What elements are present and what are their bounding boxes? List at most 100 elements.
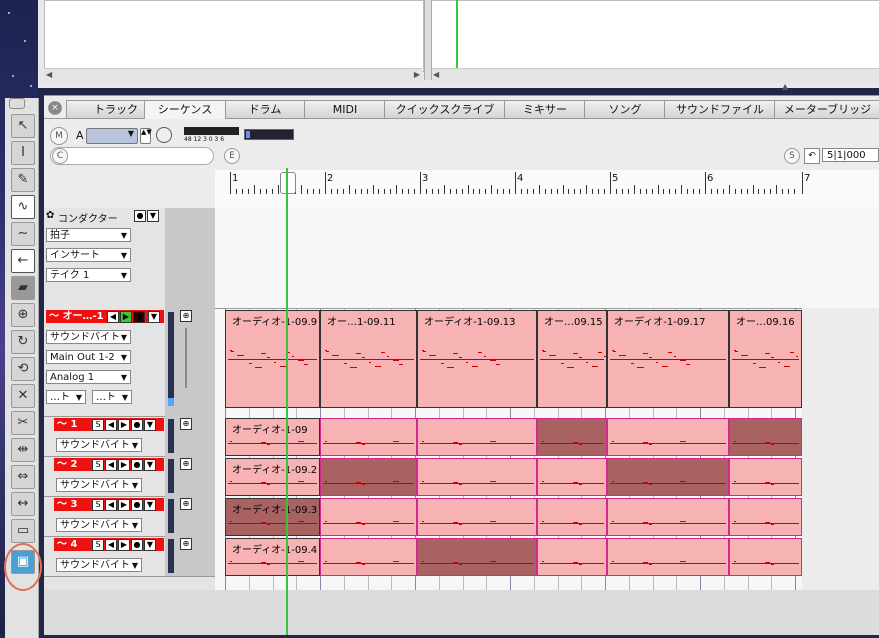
splitter-handle[interactable]: ▲ <box>782 82 788 91</box>
track-button[interactable]: ● <box>131 499 143 511</box>
zoom-small-icon[interactable]: ⊕ <box>180 498 192 510</box>
sub-region[interactable] <box>537 418 607 456</box>
conductor-dd-1[interactable]: インサート ▼ <box>46 248 131 262</box>
track-button[interactable]: ▼ <box>144 499 156 511</box>
sub-region[interactable] <box>417 418 537 456</box>
ibeam-icon[interactable]: I <box>11 141 35 165</box>
main-small-dd-1[interactable]: …ト ▼ <box>92 390 132 404</box>
main-small-dd-0[interactable]: …ト ▼ <box>46 390 86 404</box>
zoom-small-icon[interactable]: ⊕ <box>180 538 192 550</box>
record-icon[interactable]: ● <box>133 311 145 323</box>
tab-midi[interactable]: MIDI <box>304 100 386 118</box>
curve-icon[interactable]: ∿ <box>11 195 35 219</box>
main-fader[interactable] <box>185 328 187 388</box>
sub-region[interactable] <box>320 458 417 496</box>
tab-drum[interactable]: ドラム <box>224 100 306 118</box>
track-button[interactable]: ● <box>131 419 143 431</box>
conductor-dd-2[interactable]: テイク 1 ▼ <box>46 268 131 282</box>
split-icon[interactable]: ⇔ <box>11 465 35 489</box>
track-button[interactable]: ▼ <box>144 419 156 431</box>
track-button[interactable]: ◀ <box>105 539 117 551</box>
scissors-icon[interactable]: ✂ <box>11 411 35 435</box>
main-dd-2[interactable]: Analog 1 ▼ <box>46 370 131 384</box>
playhead-handle[interactable] <box>280 172 296 194</box>
sub-region[interactable] <box>729 418 802 456</box>
sub-region[interactable] <box>320 498 417 536</box>
track-button[interactable]: ◀ <box>105 419 117 431</box>
sub-region[interactable] <box>417 458 537 496</box>
a-select[interactable]: ▼ <box>86 128 138 144</box>
e-button[interactable]: E <box>224 148 240 164</box>
audio-region[interactable]: オー…09.16 <box>729 310 802 408</box>
sub-region[interactable] <box>537 458 607 496</box>
zoom-small-icon[interactable]: ⊕ <box>180 418 192 430</box>
track-button[interactable]: ▶ <box>118 459 130 471</box>
tab-quickscribe[interactable]: クイックスクライブ <box>384 100 506 118</box>
track-button[interactable]: ▼ <box>144 539 156 551</box>
sub-track-dropdown[interactable]: サウンドバイト ▼ <box>56 518 142 532</box>
play-icon[interactable]: ▶ <box>120 311 132 323</box>
s-button[interactable]: S <box>784 148 800 164</box>
stretch-icon[interactable]: ⇹ <box>11 438 35 462</box>
toolbox-close[interactable] <box>9 98 25 109</box>
audio-region[interactable]: オー…09.15 <box>537 310 607 408</box>
upper-right-scrollbar[interactable]: ◀ <box>431 68 879 83</box>
sub-region[interactable]: オーディオ-1-09.2 <box>225 458 320 496</box>
sub-region[interactable] <box>537 538 607 576</box>
sub-region[interactable] <box>729 498 802 536</box>
sub-region[interactable]: オーディオ-1-09.3 <box>225 498 320 536</box>
audio-region[interactable]: オー…1-09.11 <box>320 310 417 408</box>
track-button[interactable]: ◀ <box>105 459 117 471</box>
tab-sequence[interactable]: シーケンス <box>144 100 226 119</box>
track-button[interactable]: ● <box>131 539 143 551</box>
zoom-small-icon[interactable]: ⊕ <box>180 458 192 470</box>
track-button[interactable]: S <box>92 539 104 551</box>
zoom-icon[interactable]: ⊕ <box>11 303 35 327</box>
loop-icon[interactable]: ↻ <box>11 330 35 354</box>
speaker-icon[interactable]: ◀ <box>107 311 119 323</box>
arrow-left-icon[interactable]: ← <box>11 249 35 273</box>
undo-icon[interactable]: ↶ <box>804 148 820 164</box>
sub-region[interactable] <box>537 498 607 536</box>
menu-icon[interactable]: ▼ <box>148 311 160 323</box>
sub-region[interactable] <box>607 458 729 496</box>
position-field[interactable]: 5|1|000 <box>822 148 879 162</box>
close-icon[interactable]: × <box>48 101 62 115</box>
conductor-record-button[interactable]: ● <box>134 210 146 222</box>
track-button[interactable]: ● <box>131 459 143 471</box>
sub-region[interactable]: オーディオ-1-09.4 <box>225 538 320 576</box>
conductor-dd-0[interactable]: 拍子 ▼ <box>46 228 131 242</box>
audio-region[interactable]: オーディオ-1-09.13 <box>417 310 537 408</box>
sub-region[interactable]: オーディオ-1-09 <box>225 418 320 456</box>
sub-track-dropdown[interactable]: サウンドバイト ▼ <box>56 478 142 492</box>
sub-region[interactable] <box>320 538 417 576</box>
track-button[interactable]: ▼ <box>144 459 156 471</box>
zoom-small-icon[interactable]: ⊕ <box>180 310 192 322</box>
x-icon[interactable]: ✕ <box>11 384 35 408</box>
sub-region[interactable] <box>729 458 802 496</box>
pointer-icon[interactable]: ↖ <box>11 114 35 138</box>
track-button[interactable]: ▶ <box>118 539 130 551</box>
knob-icon[interactable] <box>156 127 172 143</box>
track-button[interactable]: S <box>92 419 104 431</box>
pencil-icon[interactable]: ✎ <box>11 168 35 192</box>
upper-left-scrollbar[interactable]: ◀ ▶ <box>44 68 422 83</box>
track-button[interactable]: ▶ <box>118 419 130 431</box>
c-button[interactable]: C <box>52 148 68 164</box>
a-stepper[interactable]: ▲▼ <box>140 128 152 144</box>
comment-field[interactable]: C <box>50 147 214 165</box>
tab-soundfile[interactable]: サウンドファイル <box>664 100 776 118</box>
eraser-icon[interactable]: ▰ <box>11 276 35 300</box>
conductor-menu-button[interactable]: ▼ <box>147 210 159 222</box>
sub-region[interactable] <box>417 498 537 536</box>
wave-icon[interactable]: ∼ <box>11 222 35 246</box>
sub-region[interactable] <box>417 538 537 576</box>
arrange-area[interactable]: オーディオ-1-09.9 オー…1-09.11 オーディオ-1-09.13 オー…09… <box>215 208 879 590</box>
main-dd-1[interactable]: Main Out 1-2 ▼ <box>46 350 131 364</box>
playhead[interactable] <box>286 168 288 635</box>
main-dd-0[interactable]: サウンドバイト ▼ <box>46 330 131 344</box>
fit-icon[interactable]: ↔ <box>11 492 35 516</box>
sub-region[interactable] <box>320 418 417 456</box>
track-button[interactable]: S <box>92 459 104 471</box>
sub-region[interactable] <box>729 538 802 576</box>
